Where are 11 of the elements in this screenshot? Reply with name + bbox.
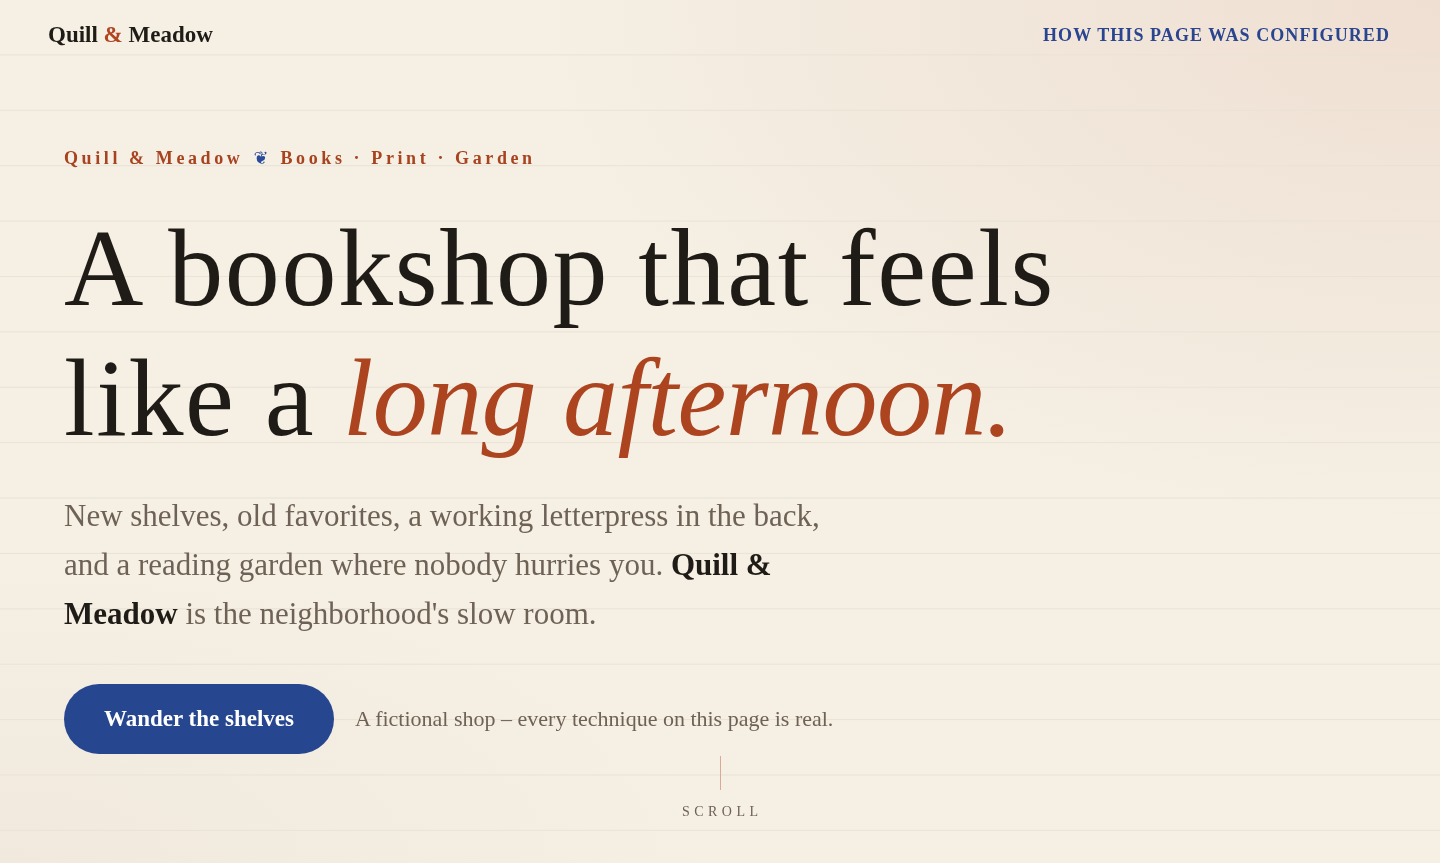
- eyebrow-text: Books · Print · Garden: [280, 147, 536, 170]
- floral-heart-icon: ❦: [253, 148, 269, 168]
- scroll-line-icon: [719, 756, 721, 790]
- brand-logo[interactable]: Quill & Meadow: [48, 22, 213, 48]
- headline: A bookshop that feels like a long afternoon.: [64, 206, 1055, 461]
- note-text: A fictional shop – every technique on this page is real.: [355, 706, 834, 732]
- wander-button[interactable]: Wander the shelves: [64, 684, 334, 754]
- config-link[interactable]: HOW THIS PAGE WAS CONFIGURED: [1043, 24, 1390, 46]
- eyebrow-text: Quill & Meadow: [64, 147, 244, 170]
- intro-paragraph: New shelves, old favorites, a working letterpress in the back, and a reading garden where nobody hurries you. Quill & Meadow is the neighborhood's slow room.: [64, 497, 821, 633]
- scroll-label: SCROLL: [681, 803, 763, 821]
